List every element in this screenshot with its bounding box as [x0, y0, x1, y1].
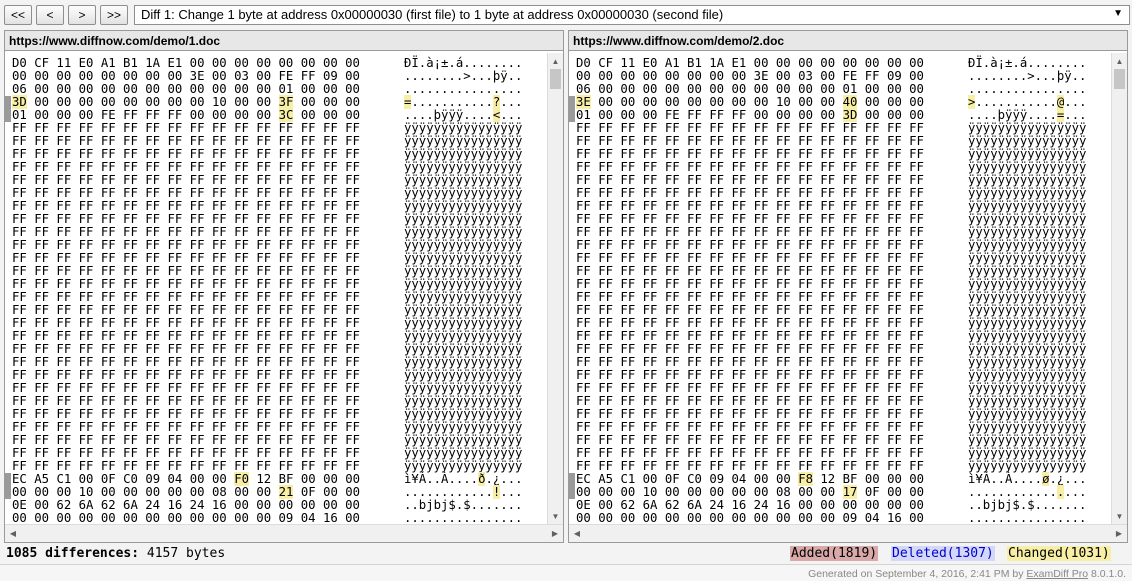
changed-byte: 3E — [576, 95, 591, 109]
product-link[interactable]: ExamDiff Pro — [1026, 568, 1088, 580]
chevron-down-icon[interactable]: ▼ — [1113, 8, 1123, 19]
diff-marker[interactable] — [5, 486, 11, 499]
changed-char: = — [404, 95, 412, 109]
left-hex-view[interactable]: D0 CF 11 E0 A1 B1 1A E1 00 00 00 00 00 0… — [5, 53, 563, 524]
scroll-left-icon[interactable]: ◀ — [569, 525, 585, 542]
added-legend: Added(1819) — [790, 546, 879, 561]
changed-char: @ — [1056, 95, 1065, 109]
diff-gutter — [569, 57, 575, 524]
hex-row: 00 00 00 00 00 00 00 00 00 00 00 00 09 0… — [12, 511, 360, 525]
right-file-title: https://www.diffnow.com/demo/2.doc — [569, 31, 1127, 51]
scroll-up-icon[interactable]: ▲ — [548, 53, 563, 69]
changed-byte: F0 — [234, 472, 249, 486]
scroll-right-icon[interactable]: ▶ — [1111, 525, 1127, 542]
changed-byte: 17 — [842, 485, 858, 499]
status-summary: 1085 differences: 4157 bytes — [6, 546, 225, 561]
hex-row: 00 00 00 00 00 00 00 00 00 00 00 00 09 0… — [576, 511, 924, 525]
changed-char: = — [1056, 108, 1065, 122]
scroll-down-icon[interactable]: ▼ — [1112, 508, 1127, 524]
scroll-left-icon[interactable]: ◀ — [5, 525, 21, 542]
right-file-pane: https://www.diffnow.com/demo/2.doc D0 CF… — [568, 30, 1128, 543]
next-diff-button[interactable]: > — [68, 5, 96, 25]
diff-gutter — [5, 57, 11, 524]
differences-count: 1085 differences: — [6, 546, 140, 561]
bytes-count: 4157 bytes — [146, 546, 226, 561]
ascii-row: ................ — [968, 511, 1087, 525]
first-diff-button[interactable]: << — [4, 5, 32, 25]
changed-byte: F8 — [798, 472, 813, 486]
changed-byte: 21 — [278, 485, 294, 499]
changed-byte: 3C — [278, 108, 294, 122]
changed-char: . — [1056, 485, 1065, 499]
diff-marker[interactable] — [5, 473, 11, 486]
diff-marker[interactable] — [5, 109, 11, 122]
changed-char: ! — [492, 485, 501, 499]
vertical-scrollbar[interactable]: ▲ ▼ — [1111, 53, 1127, 524]
diff-marker[interactable] — [569, 109, 575, 122]
horizontal-scrollbar[interactable]: ◀ ▶ — [5, 524, 563, 542]
changed-char: ø — [1042, 472, 1050, 486]
changed-byte: 3D — [12, 95, 27, 109]
changed-char: < — [492, 108, 501, 122]
footer-generated: Generated on September 4, 2016, 2:41 PM … — [808, 568, 1024, 580]
left-file-title: https://www.diffnow.com/demo/1.doc — [5, 31, 563, 51]
ascii-row: ................ — [404, 511, 523, 525]
left-file-pane: https://www.diffnow.com/demo/1.doc D0 CF… — [4, 30, 564, 543]
prev-diff-button[interactable]: < — [36, 5, 64, 25]
horizontal-scrollbar[interactable]: ◀ ▶ — [569, 524, 1127, 542]
changed-char: ð — [478, 472, 486, 486]
diff-marker[interactable] — [569, 96, 575, 109]
changed-char: ? — [492, 95, 501, 109]
changed-legend: Changed(1031) — [1007, 546, 1111, 561]
diff-marker[interactable] — [5, 96, 11, 109]
diff-marker[interactable] — [569, 473, 575, 486]
footer-version: 8.0.1.0. — [1090, 568, 1126, 580]
diff-select[interactable]: Diff 1: Change 1 byte at address 0x00000… — [134, 5, 1130, 25]
diff-marker[interactable] — [569, 486, 575, 499]
hex-column: D0 CF 11 E0 A1 B1 1A E1 00 00 00 00 00 0… — [12, 57, 360, 524]
deleted-legend: Deleted(1307) — [891, 546, 995, 561]
diff-select-value: Diff 1: Change 1 byte at address 0x00000… — [141, 7, 724, 22]
last-diff-button[interactable]: >> — [100, 5, 128, 25]
changed-char: > — [968, 95, 976, 109]
scroll-thumb[interactable] — [1114, 69, 1125, 89]
footer: Generated on September 4, 2016, 2:41 PM … — [0, 564, 1132, 581]
scroll-up-icon[interactable]: ▲ — [1112, 53, 1127, 69]
changed-byte: 3D — [842, 108, 858, 122]
hex-column: D0 CF 11 E0 A1 B1 1A E1 00 00 00 00 00 0… — [576, 57, 924, 524]
vertical-scrollbar[interactable]: ▲ ▼ — [547, 53, 563, 524]
changed-byte: 3F — [278, 95, 294, 109]
scroll-right-icon[interactable]: ▶ — [547, 525, 563, 542]
right-hex-view[interactable]: D0 CF 11 E0 A1 B1 1A E1 00 00 00 00 00 0… — [569, 53, 1127, 524]
scroll-thumb[interactable] — [550, 69, 561, 89]
ascii-column: ÐÏ.à¡±.á........ ........>...þÿ..........… — [404, 57, 523, 524]
changed-byte: 40 — [842, 95, 858, 109]
scroll-down-icon[interactable]: ▼ — [548, 508, 563, 524]
ascii-column: ÐÏ.à¡±.á........ ........>...þÿ..........… — [968, 57, 1087, 524]
toolbar: << < > >> Diff 1: Change 1 byte at addre… — [4, 4, 1130, 28]
